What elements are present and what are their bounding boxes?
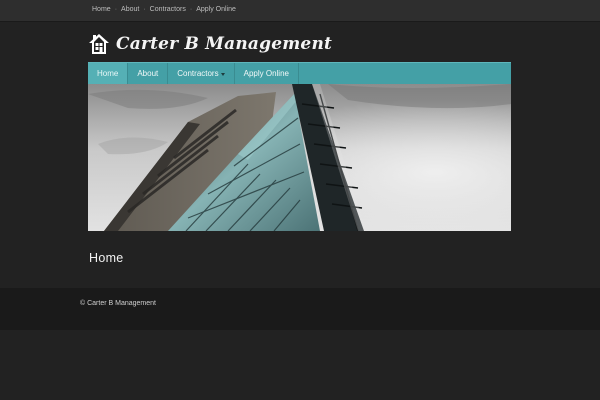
nav-item-about[interactable]: About xyxy=(128,63,169,84)
top-nav-separator: · xyxy=(114,6,118,13)
chevron-down-icon xyxy=(220,72,225,76)
nav-item-label: Apply Online xyxy=(243,69,289,78)
top-nav-separator: · xyxy=(189,6,193,13)
site-footer: © Carter B Management xyxy=(0,288,600,330)
page-title: Home xyxy=(89,251,124,265)
top-nav: Home · About · Contractors · Apply Online xyxy=(92,6,236,13)
main-nav: Home About Contractors Apply Online xyxy=(88,62,511,84)
nav-item-apply-online[interactable]: Apply Online xyxy=(235,63,299,84)
nav-item-label: About xyxy=(137,69,159,78)
top-nav-separator: · xyxy=(143,6,146,13)
building-photo xyxy=(88,84,511,231)
top-bar: Home · About · Contractors · Apply Online xyxy=(0,0,600,22)
copyright-text: © Carter B Management xyxy=(80,300,156,307)
top-nav-contractors-link[interactable]: Contractors xyxy=(150,6,186,13)
nav-item-home[interactable]: Home xyxy=(88,63,129,84)
nav-item-contractors[interactable]: Contractors xyxy=(168,63,235,84)
top-nav-apply-online-link[interactable]: Apply Online xyxy=(196,6,236,13)
site-title[interactable]: Carter B Management xyxy=(116,34,332,54)
site-brand[interactable]: Carter B Management xyxy=(88,33,332,55)
top-nav-about-link[interactable]: About xyxy=(121,6,139,13)
nav-item-label: Home xyxy=(97,69,119,78)
nav-item-label: Contractors xyxy=(177,69,219,78)
house-icon xyxy=(89,34,109,54)
top-nav-home-link[interactable]: Home xyxy=(92,6,111,13)
hero-image xyxy=(88,84,511,231)
